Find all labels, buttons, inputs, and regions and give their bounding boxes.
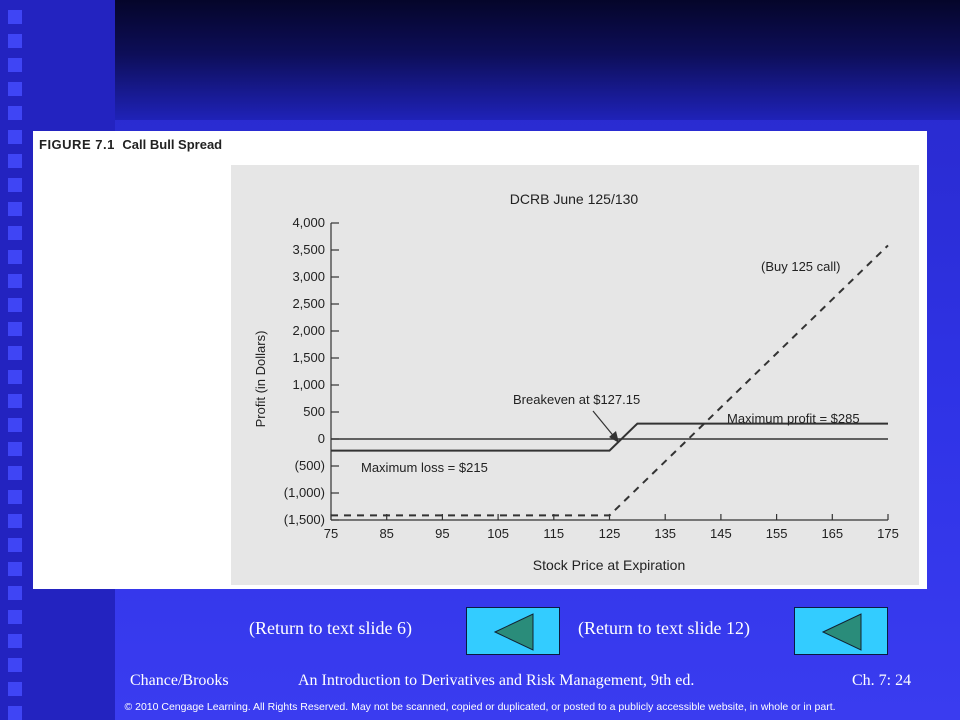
y-tick-label: 3,000 bbox=[292, 269, 325, 284]
y-tick-label: (1,000) bbox=[284, 485, 325, 500]
buy-call-label: (Buy 125 call) bbox=[761, 259, 840, 274]
y-tick-label: 0 bbox=[318, 431, 325, 446]
y-tick-label: 500 bbox=[303, 404, 325, 419]
y-tick-label: 2,500 bbox=[292, 296, 325, 311]
decor-square bbox=[8, 322, 22, 336]
decor-square bbox=[8, 274, 22, 288]
footer-book-title: An Introduction to Derivatives and Risk … bbox=[298, 672, 695, 689]
decor-square bbox=[8, 106, 22, 120]
max-profit-label: Maximum profit = $285 bbox=[727, 411, 860, 426]
decor-square bbox=[8, 442, 22, 456]
figure-panel: FIGURE 7.1 Call Bull Spread DCRB June 12… bbox=[33, 131, 927, 589]
y-axis-label: Profit (in Dollars) bbox=[253, 331, 268, 428]
decor-square bbox=[8, 538, 22, 552]
x-tick-label: 95 bbox=[435, 526, 449, 541]
y-tick-label: 1,000 bbox=[292, 377, 325, 392]
decor-square bbox=[8, 418, 22, 432]
decor-square bbox=[8, 586, 22, 600]
x-tick-label: 145 bbox=[710, 526, 732, 541]
decor-square bbox=[8, 466, 22, 480]
y-tick-label: 4,000 bbox=[292, 215, 325, 230]
x-axis-label: Stock Price at Expiration bbox=[533, 557, 686, 573]
decor-square bbox=[8, 58, 22, 72]
decor-square bbox=[8, 346, 22, 360]
decor-squares bbox=[0, 0, 30, 720]
decor-square bbox=[8, 10, 22, 24]
back-button-slide-12[interactable] bbox=[794, 607, 888, 655]
decor-square bbox=[8, 34, 22, 48]
copyright-notice: © 2010 Cengage Learning. All Rights Rese… bbox=[124, 701, 836, 713]
footer-chapter: Ch. 7: 24 bbox=[852, 672, 912, 689]
decor-square bbox=[8, 178, 22, 192]
decor-square bbox=[8, 250, 22, 264]
y-tick-label: 1,500 bbox=[292, 350, 325, 365]
back-button-slide-6[interactable] bbox=[466, 607, 560, 655]
breakeven-label: Breakeven at $127.15 bbox=[513, 392, 640, 407]
x-tick-label: 75 bbox=[324, 526, 338, 541]
x-tick-label: 135 bbox=[654, 526, 676, 541]
decor-square bbox=[8, 130, 22, 144]
max-loss-label: Maximum loss = $215 bbox=[361, 460, 488, 475]
return-slide-12-link[interactable]: (Return to text slide 12) bbox=[578, 618, 750, 639]
decor-square bbox=[8, 154, 22, 168]
plot-background bbox=[231, 165, 919, 585]
decor-square bbox=[8, 634, 22, 648]
x-tick-label: 175 bbox=[877, 526, 899, 541]
decor-square bbox=[8, 202, 22, 216]
x-tick-label: 165 bbox=[821, 526, 843, 541]
decor-square bbox=[8, 490, 22, 504]
y-tick-label: (500) bbox=[295, 458, 325, 473]
y-tick-label: (1,500) bbox=[284, 512, 325, 527]
decor-square bbox=[8, 514, 22, 528]
decor-square bbox=[8, 82, 22, 96]
footer-authors: Chance/Brooks bbox=[130, 672, 229, 689]
decor-square bbox=[8, 658, 22, 672]
triangle-left-icon bbox=[493, 613, 534, 651]
x-tick-label: 155 bbox=[766, 526, 788, 541]
return-slide-6-link[interactable]: (Return to text slide 6) bbox=[249, 618, 412, 639]
decor-square bbox=[8, 226, 22, 240]
decor-square bbox=[8, 394, 22, 408]
decor-square bbox=[8, 298, 22, 312]
x-tick-label: 85 bbox=[379, 526, 393, 541]
chart: DCRB June 125/130 Profit (in Dollars) St… bbox=[231, 165, 919, 585]
decor-square bbox=[8, 370, 22, 384]
y-tick-label: 2,000 bbox=[292, 323, 325, 338]
triangle-left-icon bbox=[821, 613, 862, 651]
x-tick-label: 105 bbox=[487, 526, 509, 541]
x-tick-label: 125 bbox=[599, 526, 621, 541]
decor-square bbox=[8, 682, 22, 696]
decor-square bbox=[8, 610, 22, 624]
chart-title: DCRB June 125/130 bbox=[510, 191, 639, 207]
x-tick-label: 115 bbox=[543, 526, 564, 541]
y-tick-label: 3,500 bbox=[292, 242, 325, 257]
top-band bbox=[115, 0, 960, 120]
decor-square bbox=[8, 562, 22, 576]
